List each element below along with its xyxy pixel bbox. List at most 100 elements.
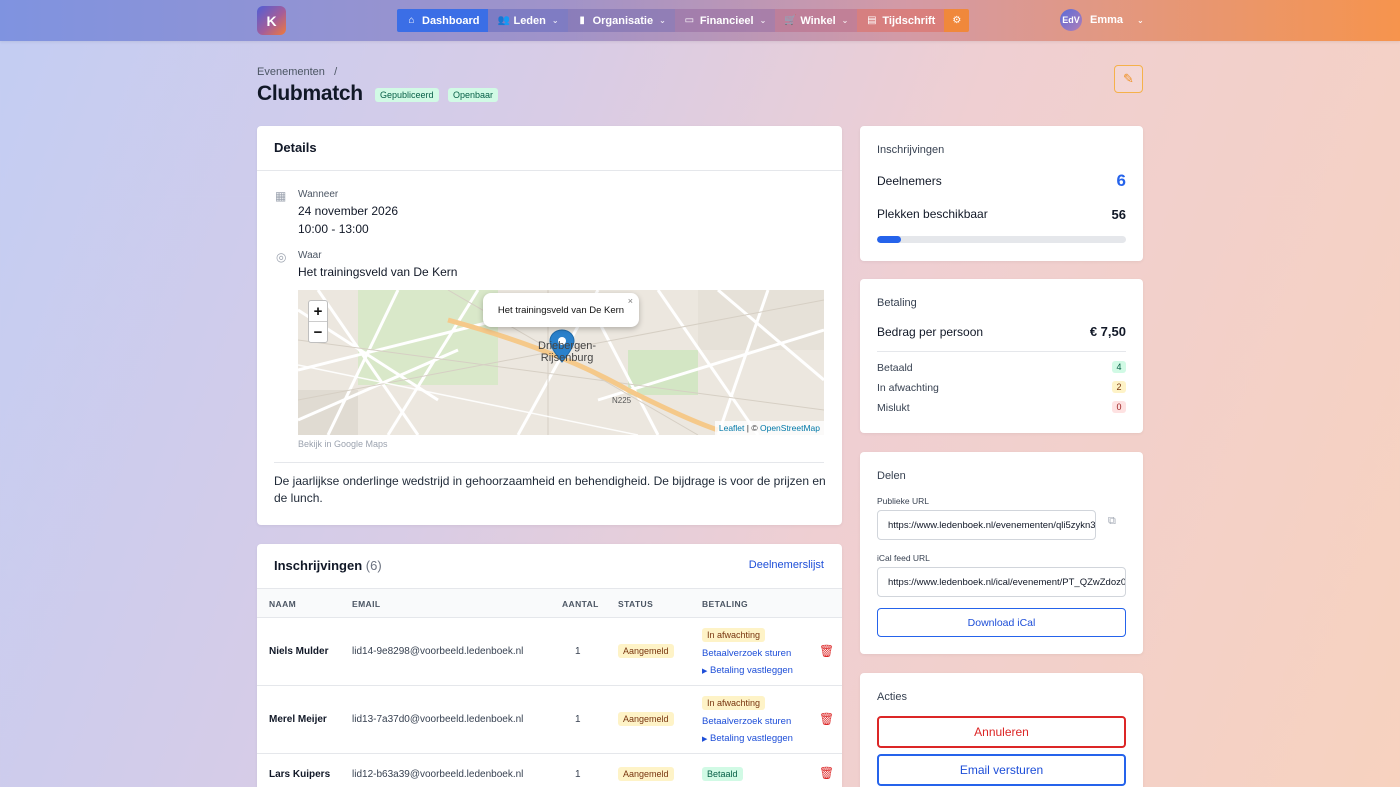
row-name: Merel Meijer — [269, 714, 327, 725]
caret-right-icon: ▶ — [702, 736, 708, 743]
nav-dashboard[interactable]: ⌂ Dashboard — [397, 9, 489, 32]
trash-icon[interactable]: 🗑 — [819, 712, 834, 726]
trash-icon[interactable]: 🗑 — [819, 766, 834, 780]
nav-leden[interactable]: 👥 Leden ⌄ — [488, 9, 568, 32]
col-email: EMAIL — [352, 599, 381, 609]
nav-leden-label: Leden — [513, 14, 546, 27]
app-logo[interactable]: K — [257, 6, 286, 35]
table-row: Merel Meijer lid13-7a37d0@voorbeeld.lede… — [257, 686, 842, 754]
public-url-label: Publieke URL — [877, 496, 929, 506]
details-title: Details — [274, 140, 317, 155]
breadcrumb: Evenementen / — [257, 66, 337, 78]
actions-title: Acties — [877, 691, 907, 703]
external-link-icon[interactable]: ⧉ — [1108, 515, 1116, 528]
share-card: Delen Publieke URL https://www.ledenboek… — [860, 452, 1143, 654]
nav-tijdschrift[interactable]: ▤ Tijdschrift — [857, 9, 945, 32]
cancel-event-button[interactable]: Annuleren — [877, 716, 1126, 748]
page-title: Clubmatch — [257, 82, 363, 105]
trash-icon[interactable]: 🗑 — [819, 644, 834, 658]
public-url-field[interactable]: https://www.ledenboek.nl/evenementen/qli… — [877, 510, 1096, 540]
event-date: 24 november 2026 — [298, 204, 399, 218]
ical-url-label: iCal feed URL — [877, 553, 930, 563]
download-ical-button[interactable]: Download iCal — [877, 608, 1126, 637]
send-payment-request-link[interactable]: Betaalverzoek sturen — [702, 716, 791, 727]
event-time: 10:00 - 13:00 — [298, 222, 369, 236]
col-payment: BETALING — [702, 599, 749, 609]
table-header: NAAM EMAIL AANTAL STATUS BETALING — [257, 588, 842, 618]
row-name: Niels Mulder — [269, 646, 329, 657]
calendar-icon: ▦ — [275, 189, 287, 203]
nav-winkel[interactable]: 🛒 Winkel ⌄ — [775, 9, 858, 32]
send-payment-request-link[interactable]: Betaalverzoek sturen — [702, 648, 791, 659]
participants-label: Deelnemers — [877, 174, 942, 188]
participants-count: 6 — [1116, 171, 1126, 190]
capacity-progress-bar — [877, 236, 1126, 243]
capacity-progress-fill — [877, 236, 902, 243]
breadcrumb-separator: / — [327, 66, 338, 78]
row-payment-badge: Betaald — [702, 767, 743, 781]
actions-card: Acties Annuleren Email versturen — [860, 673, 1143, 787]
breadcrumb-events-link[interactable]: Evenementen — [257, 66, 325, 78]
details-card: Details ▦ Wanneer 24 november 2026 10:00… — [257, 126, 842, 525]
cart-icon: 🛒 — [784, 15, 797, 26]
details-card-header: Details — [257, 126, 842, 171]
divider — [877, 351, 1126, 352]
table-row: Niels Mulder lid14-9e8298@voorbeeld.lede… — [257, 618, 842, 686]
google-maps-link[interactable]: Bekijk in Google Maps — [298, 439, 388, 449]
gear-icon: ⚙ — [952, 15, 962, 26]
registrations-header: Inschrijvingen (6) — [274, 558, 382, 573]
payment-title: Betaling — [877, 297, 917, 309]
row-qty: 1 — [575, 714, 581, 725]
users-icon: 👥 — [497, 15, 510, 26]
payment-card: Betaling Bedrag per persoon € 7,50 Betaa… — [860, 279, 1143, 433]
event-location: Het trainingsveld van De Kern — [298, 265, 458, 279]
edit-icon: ✎ — [1123, 71, 1134, 86]
close-icon[interactable]: × — [628, 296, 633, 306]
share-title: Delen — [877, 470, 906, 482]
status-badge-public: Openbaar — [448, 88, 499, 102]
record-payment-toggle[interactable]: ▶ Betaling vastleggen — [702, 733, 793, 744]
divider — [274, 462, 824, 463]
zoom-out-button[interactable]: − — [309, 322, 327, 343]
chevron-down-icon: ⌄ — [759, 16, 767, 25]
edit-button[interactable]: ✎ — [1114, 65, 1143, 93]
summary-title: Inschrijvingen — [877, 144, 945, 156]
user-menu[interactable]: EdV Emma ⌄ — [1060, 9, 1144, 31]
row-status-badge: Aangemeld — [618, 712, 674, 726]
row-status-badge: Aangemeld — [618, 767, 674, 781]
location-map[interactable]: Driebergen- Rijsenburg N225 + − Het trai… — [298, 290, 824, 435]
top-navbar: K ⌂ Dashboard 👥 Leden ⌄ ▮ Organisatie ⌄ … — [0, 0, 1400, 41]
osm-link[interactable]: OpenStreetMap — [760, 423, 820, 433]
money-icon: ▭ — [684, 15, 695, 26]
avatar: EdV — [1060, 9, 1082, 31]
row-email: lid12-b63a39@voorbeeld.ledenboek.nl — [352, 769, 524, 780]
paid-count: 4 — [1112, 361, 1126, 373]
map-attribution: Leaflet | © OpenStreetMap — [714, 421, 824, 435]
when-label: Wanneer — [298, 189, 339, 200]
spots-label: Plekken beschikbaar — [877, 207, 988, 221]
nav-settings[interactable]: ⚙ — [944, 9, 970, 32]
registrations-summary-card: Inschrijvingen Deelnemers 6 Plekken besc… — [860, 126, 1143, 261]
send-email-button[interactable]: Email versturen — [877, 754, 1126, 786]
home-icon: ⌂ — [408, 15, 415, 26]
amount-value: € 7,50 — [1089, 324, 1126, 339]
status-badge-published: Gepubliceerd — [375, 88, 439, 102]
nav-organisatie[interactable]: ▮ Organisatie ⌄ — [567, 9, 675, 32]
map-place-label: Driebergen- Rijsenburg — [538, 340, 596, 364]
map-road-label: N225 — [612, 396, 632, 405]
nav-financieel[interactable]: ▭ Financieel ⌄ — [674, 9, 776, 32]
record-payment-toggle[interactable]: ▶ Betaling vastleggen — [702, 665, 793, 676]
ical-url-field[interactable]: https://www.ledenboek.nl/ical/evenement/… — [877, 567, 1126, 597]
nav-organisatie-label: Organisatie — [592, 14, 654, 27]
zoom-in-button[interactable]: + — [309, 301, 327, 322]
row-email: lid13-7a37d0@voorbeeld.ledenboek.nl — [352, 714, 524, 725]
row-payment-badge: In afwachting — [702, 628, 766, 642]
chevron-down-icon: ⌄ — [659, 16, 666, 25]
participants-list-link[interactable]: Deelnemerslijst — [749, 559, 824, 571]
record-payment-label: Betaling vastleggen — [710, 665, 793, 676]
leaflet-link[interactable]: Leaflet — [719, 423, 745, 433]
newspaper-icon: ▤ — [867, 15, 877, 26]
chevron-down-icon: ⌄ — [551, 16, 559, 25]
row-status-badge: Aangemeld — [618, 644, 674, 658]
table-row: Lars Kuipers lid12-b63a39@voorbeeld.lede… — [257, 754, 842, 787]
